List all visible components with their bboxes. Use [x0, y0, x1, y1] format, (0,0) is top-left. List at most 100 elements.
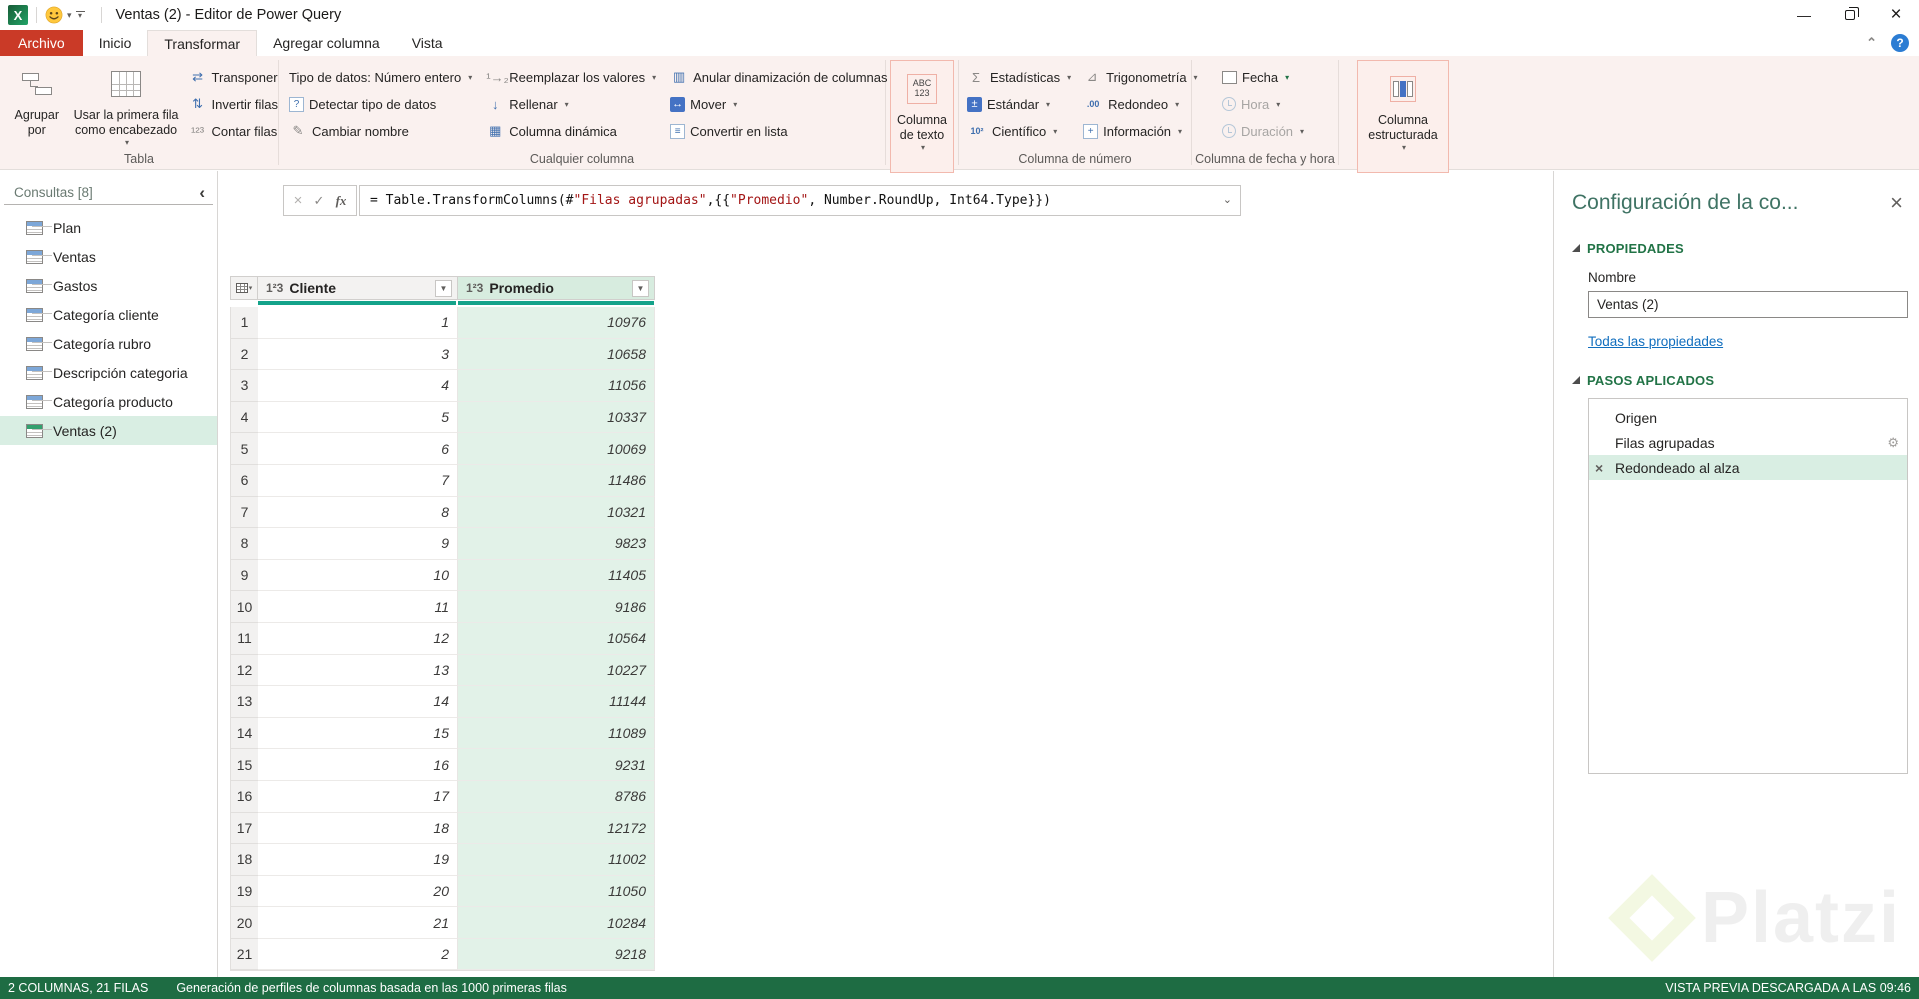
- cell-promedio[interactable]: 11089: [458, 718, 655, 750]
- cell-cliente[interactable]: 11: [258, 591, 458, 623]
- collapse-pane-icon[interactable]: ‹: [199, 187, 205, 199]
- cell-cliente[interactable]: 17: [258, 781, 458, 813]
- applied-step[interactable]: ×Redondeado al alza: [1589, 455, 1907, 480]
- collapse-ribbon-icon[interactable]: ⌃: [1866, 35, 1877, 51]
- query-item[interactable]: Gastos: [0, 271, 217, 300]
- row-number[interactable]: 17: [230, 813, 258, 845]
- column-header-cliente[interactable]: 1²3 Cliente ▼: [258, 276, 458, 300]
- help-icon[interactable]: ?: [1891, 34, 1909, 52]
- cell-cliente[interactable]: 2: [258, 939, 458, 971]
- cell-cliente[interactable]: 9: [258, 528, 458, 560]
- cell-cliente[interactable]: 12: [258, 623, 458, 655]
- query-item[interactable]: Ventas: [0, 242, 217, 271]
- data-type-button[interactable]: Tipo de datos: Número entero▾: [289, 66, 472, 88]
- query-name-input[interactable]: [1588, 291, 1908, 318]
- detect-type-button[interactable]: ?Detectar tipo de datos: [289, 93, 472, 115]
- row-number[interactable]: 15: [230, 749, 258, 781]
- query-item[interactable]: Categoría cliente: [0, 300, 217, 329]
- cell-cliente[interactable]: 19: [258, 844, 458, 876]
- applied-step[interactable]: Origen: [1589, 405, 1907, 430]
- delete-step-icon[interactable]: ×: [1595, 460, 1615, 476]
- cell-cliente[interactable]: 13: [258, 655, 458, 687]
- all-properties-link[interactable]: Todas las propiedades: [1588, 334, 1723, 349]
- row-number[interactable]: 21: [230, 939, 258, 971]
- cell-promedio[interactable]: 10337: [458, 402, 655, 434]
- cell-promedio[interactable]: 9218: [458, 939, 655, 971]
- collapse-section-icon[interactable]: [1572, 376, 1580, 384]
- cell-promedio[interactable]: 11486: [458, 465, 655, 497]
- time-button[interactable]: Hora▾: [1222, 93, 1338, 115]
- cell-promedio[interactable]: 11144: [458, 686, 655, 718]
- cell-promedio[interactable]: 11050: [458, 876, 655, 908]
- rounding-button[interactable]: .00Redondeo▾: [1083, 93, 1197, 115]
- close-pane-icon[interactable]: ×: [1890, 194, 1903, 212]
- cell-cliente[interactable]: 1: [258, 307, 458, 339]
- cell-promedio[interactable]: 11002: [458, 844, 655, 876]
- row-number[interactable]: 3: [230, 370, 258, 402]
- row-number[interactable]: 7: [230, 497, 258, 529]
- cell-cliente[interactable]: 21: [258, 907, 458, 939]
- replace-values-button[interactable]: ¹→₂Reemplazar los valores▾: [486, 66, 656, 88]
- cell-promedio[interactable]: 11056: [458, 370, 655, 402]
- restore-button[interactable]: [1827, 0, 1873, 30]
- cell-promedio[interactable]: 10658: [458, 339, 655, 371]
- cell-cliente[interactable]: 14: [258, 686, 458, 718]
- smiley-dropdown-icon[interactable]: ▾: [67, 10, 72, 21]
- row-number[interactable]: 9: [230, 560, 258, 592]
- count-rows-button[interactable]: ¹²³Contar filas: [189, 120, 278, 142]
- cell-cliente[interactable]: 10: [258, 560, 458, 592]
- cell-promedio[interactable]: 9823: [458, 528, 655, 560]
- convert-to-list-button[interactable]: ≡Convertir en lista: [670, 120, 898, 142]
- trigonometry-button[interactable]: ⊿Trigonometría▾: [1083, 66, 1197, 88]
- pivot-column-button[interactable]: ▦Columna dinámica: [486, 120, 656, 142]
- cell-promedio[interactable]: 10069: [458, 433, 655, 465]
- row-number[interactable]: 8: [230, 528, 258, 560]
- row-number[interactable]: 19: [230, 876, 258, 908]
- cell-cliente[interactable]: 16: [258, 749, 458, 781]
- reverse-rows-button[interactable]: ⇅Invertir filas: [189, 93, 278, 115]
- tab-vista[interactable]: Vista: [396, 30, 459, 56]
- column-header-promedio[interactable]: 1²3 Promedio ▼: [458, 276, 655, 300]
- tab-transformar[interactable]: Transformar: [147, 30, 257, 56]
- transpose-button[interactable]: ⇄Transponer: [189, 66, 278, 88]
- query-item[interactable]: Ventas (2): [0, 416, 217, 445]
- row-number[interactable]: 14: [230, 718, 258, 750]
- cell-cliente[interactable]: 18: [258, 813, 458, 845]
- row-number[interactable]: 12: [230, 655, 258, 687]
- confirm-formula-icon[interactable]: ✓: [314, 193, 325, 209]
- cell-cliente[interactable]: 3: [258, 339, 458, 371]
- minimize-button[interactable]: —: [1781, 0, 1827, 30]
- tab-archivo[interactable]: Archivo: [0, 30, 83, 56]
- step-settings-gear-icon[interactable]: ⚙: [1887, 435, 1899, 451]
- cell-promedio[interactable]: 10321: [458, 497, 655, 529]
- row-number[interactable]: 4: [230, 402, 258, 434]
- row-number[interactable]: 13: [230, 686, 258, 718]
- row-number[interactable]: 20: [230, 907, 258, 939]
- formula-input[interactable]: = Table.TransformColumns(#"Filas agrupad…: [359, 185, 1241, 216]
- cell-promedio[interactable]: 10976: [458, 307, 655, 339]
- cell-promedio[interactable]: 10284: [458, 907, 655, 939]
- cell-promedio[interactable]: 11405: [458, 560, 655, 592]
- collapse-section-icon[interactable]: [1572, 244, 1580, 252]
- cell-cliente[interactable]: 6: [258, 433, 458, 465]
- structured-column-button[interactable]: Columna estructurada▾: [1357, 60, 1449, 173]
- smiley-icon[interactable]: [45, 6, 63, 24]
- cell-promedio[interactable]: 10564: [458, 623, 655, 655]
- duration-button[interactable]: Duración▾: [1222, 120, 1338, 142]
- expand-formula-icon[interactable]: ⌄: [1223, 193, 1232, 206]
- row-number[interactable]: 18: [230, 844, 258, 876]
- information-button[interactable]: +Información▾: [1083, 120, 1197, 142]
- cell-cliente[interactable]: 5: [258, 402, 458, 434]
- cell-cliente[interactable]: 8: [258, 497, 458, 529]
- row-number[interactable]: 10: [230, 591, 258, 623]
- cell-promedio[interactable]: 12172: [458, 813, 655, 845]
- unpivot-columns-button[interactable]: ▥Anular dinamización de columnas▾: [670, 66, 898, 88]
- standard-button[interactable]: ±Estándar▾: [967, 93, 1071, 115]
- row-number[interactable]: 1: [230, 307, 258, 339]
- row-number[interactable]: 6: [230, 465, 258, 497]
- row-number[interactable]: 5: [230, 433, 258, 465]
- select-all-button[interactable]: ▾: [230, 276, 258, 300]
- filter-dropdown-icon[interactable]: ▼: [632, 280, 649, 297]
- filter-dropdown-icon[interactable]: ▼: [435, 280, 452, 297]
- query-item[interactable]: Categoría rubro: [0, 329, 217, 358]
